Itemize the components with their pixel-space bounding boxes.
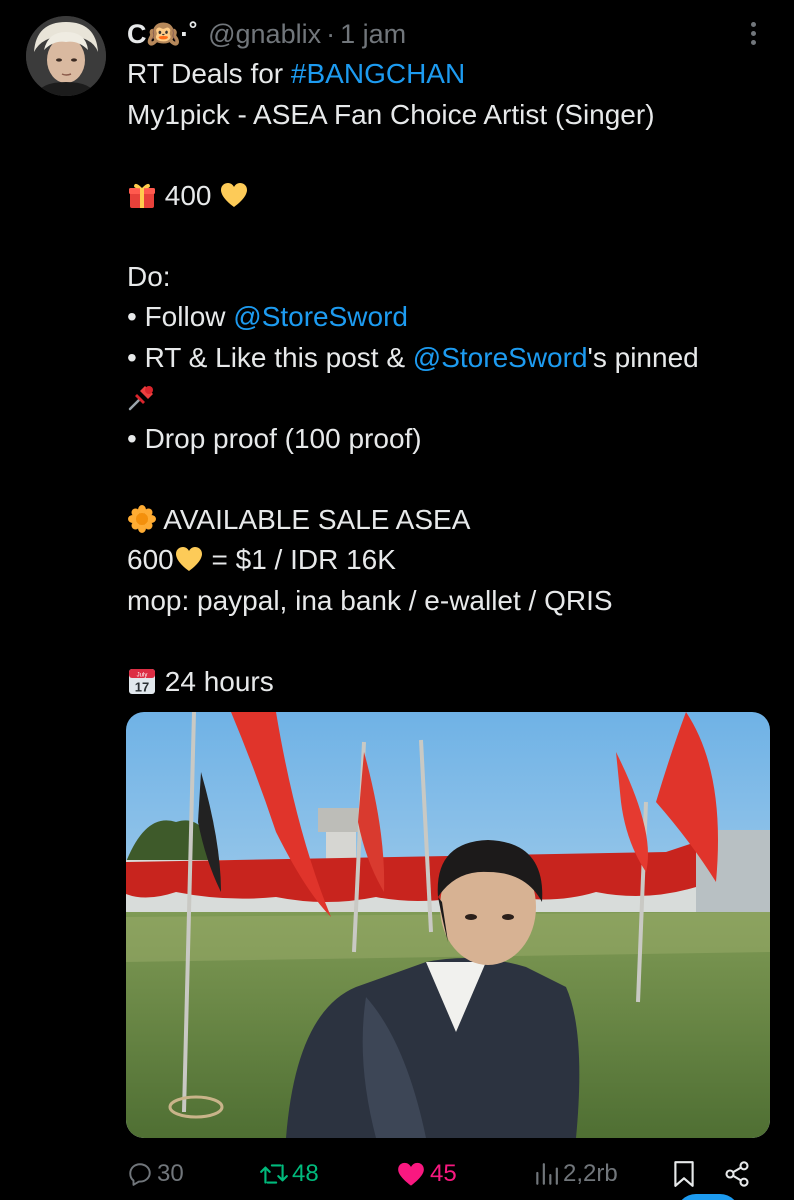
hashtag-link[interactable]: #BANGCHAN [291, 58, 465, 89]
author-handle[interactable]: @gnablix [208, 19, 321, 50]
text-line: • Drop proof (100 proof) [127, 419, 767, 460]
yellow-heart-emoji [219, 180, 249, 222]
text-span: My1pick - ASEA Fan Choice Artist (Singer… [127, 98, 655, 130]
text-span: • Follow [127, 301, 234, 332]
reply-icon [129, 1163, 151, 1186]
text-line: • Follow @StoreSword [127, 297, 767, 338]
media-photo [126, 712, 770, 1138]
text-line: RT Deals for #BANGCHAN [127, 54, 767, 95]
author-name-text: C [127, 19, 147, 49]
text-span: mop: paypal, ina bank / e-wallet / QRIS [127, 584, 613, 616]
text-line: July 17 24 hours [127, 662, 767, 703]
text-line: mop: paypal, ina bank / e-wallet / QRIS [127, 581, 767, 622]
author-name-symbol: 🙉·˚ [146, 19, 199, 49]
gift-emoji [127, 180, 157, 222]
views-count: 2,2rb [563, 1160, 618, 1187]
author-name[interactable]: C🙉·˚ [127, 18, 198, 50]
avatar[interactable] [26, 16, 106, 96]
tweet-time[interactable]: 1 jam [340, 19, 406, 50]
text-span: • RT & Like this post & [127, 341, 413, 373]
action-bar: 30 48 45 2,2rb [127, 1156, 767, 1192]
text-line: • RT & Like this post & @StoreSword's pi… [127, 338, 767, 379]
calendar-emoji: July 17 [127, 666, 157, 708]
retweet-count: 48 [292, 1160, 319, 1187]
text-span: AVAILABLE SALE ASEA [157, 503, 471, 535]
text-span: • Drop proof (100 proof) [127, 422, 422, 454]
text-line: 400 [127, 176, 767, 217]
text-span: RT Deals for [127, 58, 291, 89]
retweet-icon [260, 1164, 288, 1184]
views-button[interactable]: 2,2rb [533, 1156, 618, 1192]
retweet-button[interactable]: 48 [259, 1156, 319, 1192]
tweet-media[interactable] [126, 712, 770, 1138]
avatar-photo [26, 16, 106, 96]
mention-link[interactable]: @StoreSword [233, 301, 408, 332]
text-span: Do: [127, 260, 171, 292]
mention-link[interactable]: @StoreSword [413, 342, 588, 373]
text-line: My1pick - ASEA Fan Choice Artist (Singer… [127, 95, 767, 136]
text-span: 24 hours [157, 665, 274, 697]
reply-count: 30 [157, 1160, 184, 1187]
like-count: 45 [430, 1160, 457, 1187]
like-button[interactable]: 45 [397, 1156, 457, 1192]
share-icon [725, 1161, 749, 1187]
like-heart-icon [398, 1162, 424, 1186]
yellow-heart-emoji [174, 544, 204, 586]
text-line: AVAILABLE SALE ASEA [127, 500, 767, 541]
header-separator: · [326, 18, 336, 49]
share-button[interactable] [723, 1156, 751, 1192]
reward-amount: 400 [157, 179, 220, 211]
text-line [127, 378, 767, 419]
blossom-emoji [127, 504, 157, 546]
text-span: 's pinned [587, 341, 699, 373]
bookmark-icon [674, 1161, 694, 1187]
tweet-header: C🙉·˚ @gnablix · 1 jam [127, 14, 767, 54]
bookmark-button[interactable] [671, 1156, 697, 1192]
text-span: = $1 / IDR 16K [203, 544, 396, 575]
reply-button[interactable]: 30 [127, 1156, 184, 1192]
calendar-day: 17 [135, 679, 149, 694]
tweet[interactable]: C🙉·˚ @gnablix · 1 jam RT Deals for #BANG… [0, 0, 794, 1200]
tweet-text: RT Deals for #BANGCHAN My1pick - ASEA Fa… [127, 54, 767, 702]
calendar-month: July [137, 672, 148, 678]
tweet-body: C🙉·˚ @gnablix · 1 jam RT Deals for #BANG… [127, 14, 767, 702]
views-icon [536, 1163, 558, 1185]
pushpin-emoji [127, 382, 157, 424]
more-options-icon[interactable] [743, 22, 763, 52]
text-line: Do: [127, 257, 767, 298]
text-line: 600 = $1 / IDR 16K [127, 540, 767, 581]
text-span: 600 [127, 544, 174, 575]
compose-button-edge[interactable] [676, 1194, 740, 1200]
